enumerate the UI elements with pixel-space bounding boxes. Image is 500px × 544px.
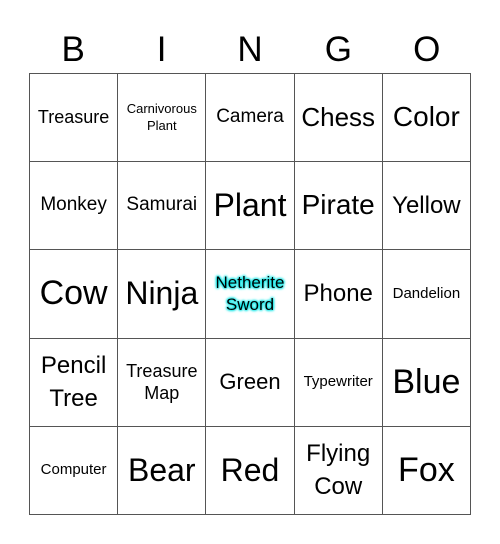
bingo-cell[interactable]: Ninja [118,250,207,339]
header-letter-i: I [156,30,167,69]
free-space-cell[interactable]: Netherite Sword [206,250,295,339]
bingo-cell[interactable]: Blue [382,338,471,427]
bingo-cell[interactable]: Plant [206,162,295,251]
bingo-cell[interactable]: Bear [118,426,207,515]
header-letter-n: N [237,30,263,69]
header-letter-g: G [324,30,352,69]
bingo-cell[interactable]: Green [206,338,295,427]
bingo-cell[interactable]: Pencil Tree [30,338,119,427]
bingo-cell[interactable]: Pirate [294,162,383,251]
bingo-cell[interactable]: Typewriter [294,338,383,427]
bingo-cell[interactable]: Samurai [118,162,207,251]
bingo-cell[interactable]: Red [206,426,295,515]
bingo-cell[interactable]: Dandelion [382,250,471,339]
bingo-cell[interactable]: Color [382,74,471,163]
bingo-cell[interactable]: Computer [30,426,119,515]
bingo-cell[interactable]: Monkey [30,162,119,251]
bingo-cell[interactable]: Carnivorous Plant [118,74,207,163]
bingo-cell[interactable]: Fox [382,426,471,515]
bingo-cell[interactable]: Camera [206,74,295,163]
bingo-cell[interactable]: Treasure [30,74,119,163]
bingo-cell[interactable]: Treasure Map [118,338,207,427]
bingo-grid: Treasure Carnivorous Plant Camera Chess … [29,73,471,515]
bingo-header: B I N G O [29,28,471,72]
bingo-cell[interactable]: Phone [294,250,383,339]
bingo-cell[interactable]: Flying Cow [294,426,383,515]
header-letter-b: B [61,30,85,69]
bingo-cell[interactable]: Yellow [382,162,471,251]
bingo-cell[interactable]: Cow [30,250,119,339]
bingo-cell[interactable]: Chess [294,74,383,163]
header-letter-o: O [413,30,441,69]
